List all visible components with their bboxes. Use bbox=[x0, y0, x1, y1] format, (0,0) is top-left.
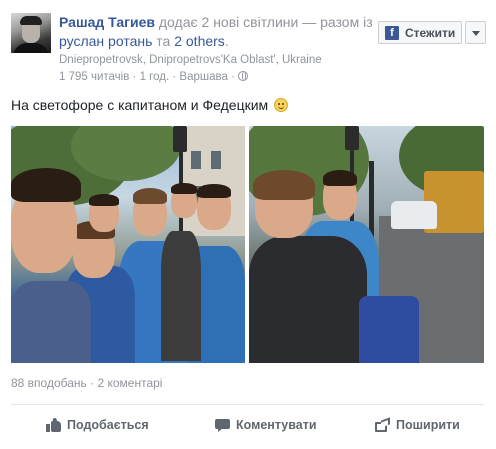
meta-separator: · bbox=[132, 71, 137, 83]
follow-button[interactable]: f Стежити bbox=[378, 21, 462, 44]
actions-divider bbox=[11, 404, 484, 405]
location-line: Dniepropetrovsk, Dnipropetrovs'Ka Oblast… bbox=[59, 54, 322, 66]
like-button[interactable]: Подобається bbox=[46, 414, 149, 436]
share-button[interactable]: Поширити bbox=[375, 414, 460, 436]
comment-button-label: Коментувати bbox=[236, 418, 317, 432]
share-arrow-icon bbox=[375, 417, 391, 432]
comment-button[interactable]: Коментувати bbox=[215, 414, 317, 436]
author-name[interactable]: Рашад Тагиев bbox=[59, 14, 155, 30]
meta-separator: · bbox=[172, 71, 177, 83]
follow-button-label: Стежити bbox=[405, 25, 456, 40]
likes-count[interactable]: 88 вподобань bbox=[11, 376, 87, 390]
others-suffix: . bbox=[224, 33, 229, 49]
photo-autograph[interactable] bbox=[249, 126, 484, 363]
post-time[interactable]: 1 год. bbox=[140, 71, 170, 83]
share-button-label: Поширити bbox=[396, 418, 460, 432]
comment-bubble-icon bbox=[215, 418, 231, 432]
post-city[interactable]: Варшава bbox=[179, 71, 227, 83]
smile-emoji-icon bbox=[274, 98, 289, 112]
facebook-f-icon: f bbox=[385, 25, 399, 40]
post-status: На светофоре с капитаном и Федецким bbox=[11, 97, 289, 113]
globe-icon[interactable] bbox=[238, 71, 249, 81]
photo-group-selfie[interactable] bbox=[11, 126, 245, 363]
like-button-label: Подобається bbox=[67, 418, 149, 432]
meta-separator: · bbox=[231, 71, 235, 83]
post-menu-button[interactable] bbox=[465, 21, 486, 44]
post-action-text: додає 2 нові світлини — разом із bbox=[158, 14, 373, 30]
chevron-down-icon bbox=[472, 31, 480, 36]
location-link[interactable]: Dniepropetrovsk, Dnipropetrovs'Ka Oblast… bbox=[59, 54, 322, 66]
comments-count[interactable]: 2 коментарі bbox=[97, 376, 162, 390]
engagement-stats: 88 вподобань · 2 коментарі bbox=[11, 376, 162, 390]
thumbs-up-icon bbox=[46, 417, 62, 432]
others-link[interactable]: 2 others bbox=[174, 33, 225, 49]
readers-count[interactable]: 1 795 читачів bbox=[59, 71, 129, 83]
tagged-person-link[interactable]: руслан ротань bbox=[59, 33, 152, 49]
post-meta-line: 1 795 читачів · 1 год. · Варшава · bbox=[59, 71, 249, 83]
post-header: Рашад Тагиев додає 2 нові світлини — раз… bbox=[59, 13, 379, 51]
status-text: На светофоре с капитаном и Федецким bbox=[11, 97, 269, 113]
post-card: Рашад Тагиев додає 2 нові світлини — раз… bbox=[0, 0, 496, 449]
and-text: та bbox=[156, 33, 171, 49]
stats-separator: · bbox=[90, 376, 95, 390]
author-avatar[interactable] bbox=[11, 13, 51, 53]
